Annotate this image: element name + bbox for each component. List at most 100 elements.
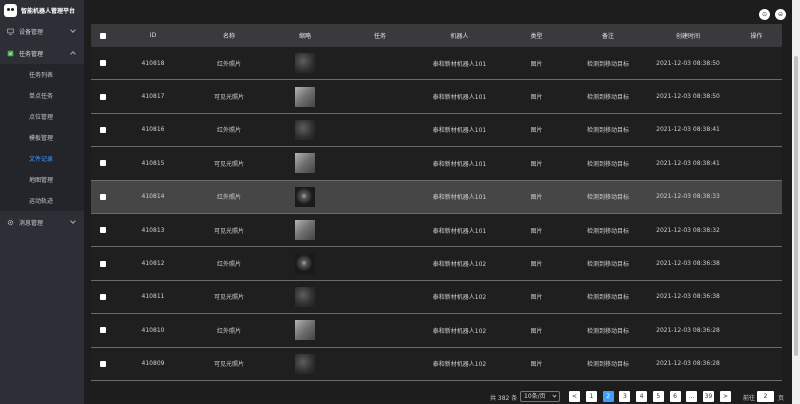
- sidebar-item-file-records[interactable]: 文件记录: [0, 148, 84, 169]
- menu-group-message[interactable]: 消息管理: [0, 211, 84, 233]
- cell-type: 图片: [530, 60, 543, 68]
- cell-note: 检测到移动目标: [586, 294, 629, 302]
- row-checkbox[interactable]: [91, 93, 115, 100]
- cell-thumbnail[interactable]: [267, 353, 343, 374]
- sidebar-item-template-manage[interactable]: 模板管理: [0, 127, 84, 148]
- cell-thumbnail[interactable]: [267, 320, 343, 341]
- table-row[interactable]: 410814 红外照片 泰和新材机器人101 图片 检测到移动目标 2021-12-03 …: [91, 180, 782, 214]
- cell-thumbnail[interactable]: [267, 86, 343, 107]
- header-type: 类型: [530, 33, 543, 40]
- cell-robot: 泰和新材机器人101: [432, 227, 487, 235]
- header-note: 备注: [601, 33, 614, 40]
- row-checkbox[interactable]: [91, 293, 115, 300]
- cell-id: 410818: [141, 59, 165, 67]
- table-row[interactable]: 410815 可见光照片 泰和新材机器人101 图片 检测到移动目标 2021-12-03…: [91, 147, 782, 181]
- cell-id: 410812: [141, 260, 165, 268]
- cell-type: 图片: [530, 327, 543, 335]
- scrollbar-thumb[interactable]: [794, 56, 798, 356]
- cell-note: 检测到移动目标: [586, 127, 629, 135]
- menu-group-device[interactable]: 设备管理: [0, 20, 84, 42]
- cell-note: 检测到移动目标: [586, 327, 629, 335]
- cell-name: 红外照片: [216, 194, 241, 202]
- page-button[interactable]: 4: [636, 391, 648, 402]
- prev-page-button[interactable]: <: [569, 391, 580, 402]
- menu-group-task[interactable]: 任务管理: [0, 42, 84, 64]
- thumbnail-image[interactable]: [295, 119, 315, 140]
- cell-type: 图片: [530, 361, 543, 369]
- more-pages-button[interactable]: ...: [686, 391, 698, 402]
- cell-name: 可见光照片: [213, 227, 244, 235]
- page-button[interactable]: 6: [669, 391, 681, 402]
- cell-name: 可见光照片: [213, 160, 244, 168]
- cell-type: 图片: [530, 94, 543, 102]
- cell-created-time: 2021-12-03 08:38:33: [656, 193, 720, 201]
- cell-created-time: 2021-12-03 08:36:38: [656, 293, 720, 301]
- thumbnail-image[interactable]: [295, 186, 315, 207]
- sidebar: 智能机器人管理平台 设备管理 任务管理 任务列表 单点任务 点位管理 模板管理 …: [0, 0, 84, 404]
- cell-created-time: 2021-12-03 08:38:32: [656, 226, 720, 234]
- page-button[interactable]: 3: [619, 391, 631, 402]
- sidebar-item-map-manage[interactable]: 地图管理: [0, 169, 84, 190]
- page-button[interactable]: 1: [586, 391, 597, 402]
- page-button[interactable]: 5: [652, 391, 664, 402]
- cell-id: 410816: [141, 126, 165, 134]
- table-row[interactable]: 410813 可见光照片 泰和新材机器人101 图片 检测到移动目标 2021-12-03…: [91, 214, 782, 248]
- page-button[interactable]: 39: [702, 391, 714, 402]
- row-checkbox[interactable]: [91, 360, 115, 367]
- user-menu-button[interactable]: ⊖: [775, 9, 786, 20]
- table-row[interactable]: 410816 红外照片 泰和新材机器人101 图片 检测到移动目标 2021-12-03 …: [91, 114, 782, 148]
- thumbnail-image[interactable]: [295, 353, 315, 374]
- cell-thumbnail[interactable]: [267, 153, 343, 174]
- cell-thumbnail[interactable]: [267, 220, 343, 241]
- row-checkbox[interactable]: [91, 227, 115, 234]
- table-body: 410818 红外照片 泰和新材机器人101 图片 检测到移动目标 2021-12-03 …: [91, 47, 782, 381]
- select-all-checkbox[interactable]: [91, 32, 115, 39]
- cell-name: 红外照片: [216, 60, 241, 68]
- table-row[interactable]: 410810 红外照片 泰和新材机器人102 图片 检测到移动目标 2021-12-03 …: [91, 314, 782, 348]
- sidebar-item-task-list[interactable]: 任务列表: [0, 64, 84, 85]
- cell-created-time: 2021-12-03 08:36:28: [656, 326, 720, 334]
- table-row[interactable]: 410817 可见光照片 泰和新材机器人101 图片 检测到移动目标 2021-12-03…: [91, 80, 782, 114]
- thumbnail-image[interactable]: [295, 153, 315, 174]
- sidebar-item-single-task[interactable]: 单点任务: [0, 85, 84, 106]
- sidebar-item-point-manage[interactable]: 点位管理: [0, 106, 84, 127]
- table-row[interactable]: 410811 可见光照片 泰和新材机器人102 图片 检测到移动目标 2021-12-03…: [91, 281, 782, 315]
- row-checkbox[interactable]: [91, 260, 115, 267]
- cell-name: 红外照片: [216, 127, 241, 135]
- thumbnail-image[interactable]: [295, 286, 315, 307]
- menu-group-label: 消息管理: [19, 219, 44, 227]
- header-robot: 机器人: [450, 33, 469, 40]
- cell-note: 检测到移动目标: [586, 194, 629, 202]
- thumbnail-image[interactable]: [295, 320, 315, 341]
- thumbnail-image[interactable]: [295, 86, 315, 107]
- table-row[interactable]: 410809 可见光照片 泰和新材机器人102 图片 检测到移动目标 2021-12-03…: [91, 348, 782, 381]
- row-checkbox[interactable]: [91, 60, 115, 67]
- sidebar-item-motion-track[interactable]: 运动轨迹: [0, 190, 84, 211]
- cell-name: 红外照片: [216, 327, 241, 335]
- next-page-button[interactable]: >: [720, 391, 731, 402]
- thumbnail-image[interactable]: [295, 253, 315, 274]
- header-name: 名称: [222, 33, 235, 40]
- page-button[interactable]: 2: [602, 391, 614, 402]
- thumbnail-image[interactable]: [295, 220, 315, 241]
- cell-type: 图片: [530, 261, 543, 269]
- cell-thumbnail[interactable]: [267, 186, 343, 207]
- cell-type: 图片: [530, 194, 543, 202]
- table-row[interactable]: 410812 红外照片 泰和新材机器人102 图片 检测到移动目标 2021-12-03 …: [91, 247, 782, 281]
- cell-note: 检测到移动目标: [586, 60, 629, 68]
- cell-thumbnail[interactable]: [267, 253, 343, 274]
- page-size-select[interactable]: 10条/页: [520, 391, 560, 402]
- thumbnail-image[interactable]: [295, 53, 315, 74]
- cell-thumbnail[interactable]: [267, 53, 343, 74]
- row-checkbox[interactable]: [91, 160, 115, 167]
- row-checkbox[interactable]: [91, 327, 115, 334]
- table-row[interactable]: 410818 红外照片 泰和新材机器人101 图片 检测到移动目标 2021-12-03 …: [91, 47, 782, 81]
- cell-robot: 泰和新材机器人101: [432, 60, 487, 68]
- goto-page-input[interactable]: 2: [757, 391, 774, 402]
- row-checkbox[interactable]: [91, 126, 115, 133]
- page-scrollbar[interactable]: [792, 0, 800, 404]
- row-checkbox[interactable]: [91, 193, 115, 200]
- cell-thumbnail[interactable]: [267, 119, 343, 140]
- cell-thumbnail[interactable]: [267, 286, 343, 307]
- fullscreen-button[interactable]: ⊙: [759, 9, 770, 20]
